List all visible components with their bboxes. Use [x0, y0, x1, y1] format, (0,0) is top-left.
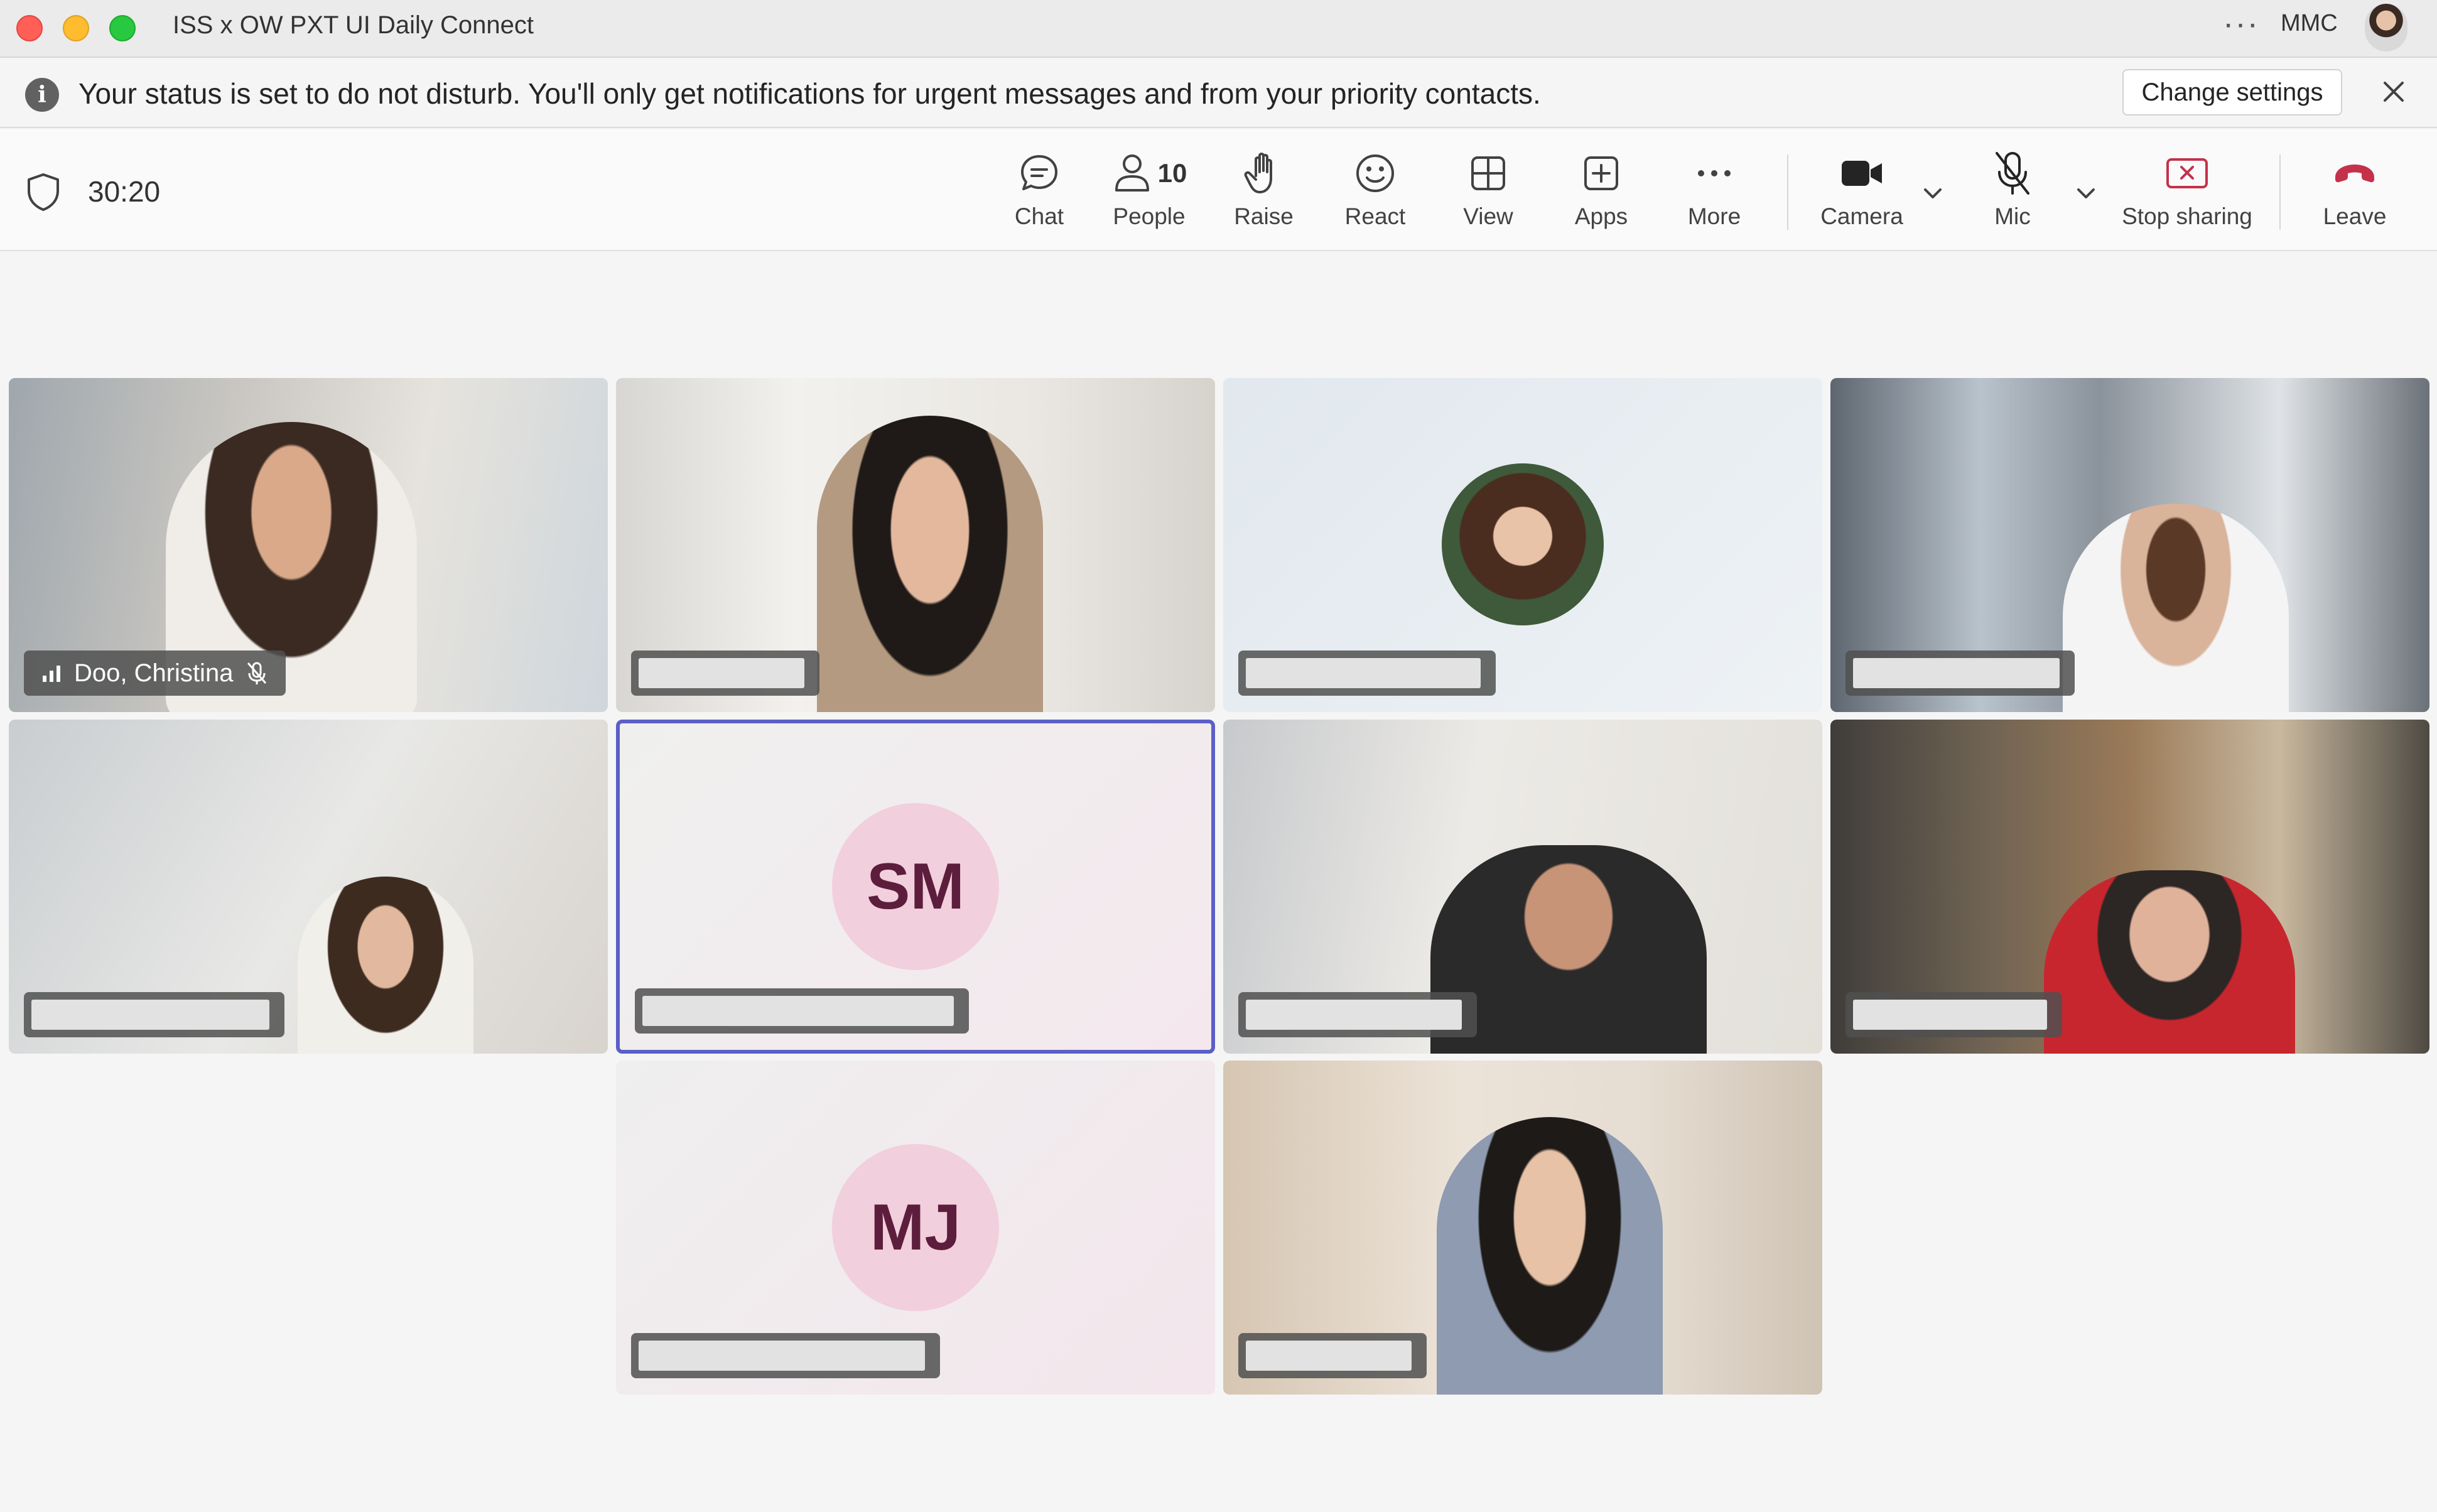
participant-tile[interactable]: Doo, Christina [9, 378, 608, 712]
participant-video [2063, 504, 2289, 712]
participant-avatar [1442, 463, 1604, 625]
participant-nametag [24, 992, 284, 1037]
more-label: More [1687, 203, 1741, 229]
participant-name: Doo, Christina [74, 659, 234, 687]
chat-label: Chat [1014, 203, 1064, 229]
change-settings-button[interactable]: Change settings [2122, 69, 2342, 116]
toolbar-divider [2279, 154, 2281, 230]
status-banner: i Your status is set to do not disturb. … [0, 59, 2437, 128]
raise-label: Raise [1234, 203, 1294, 229]
toolbar-divider [1787, 154, 1788, 230]
mic-options-chevron-down-icon[interactable] [2072, 180, 2100, 207]
react-label: React [1344, 203, 1406, 229]
participant-nametag [1238, 992, 1477, 1037]
zoom-window-button[interactable] [109, 15, 136, 41]
meeting-timer: 30:20 [88, 175, 161, 208]
participant-nametag [635, 988, 969, 1034]
participant-tile[interactable] [1223, 720, 1822, 1054]
close-icon[interactable] [2374, 72, 2414, 112]
banner-message: Your status is set to do not disturb. Yo… [78, 77, 1541, 110]
more-horizontal-icon [1698, 170, 1731, 176]
people-icon [1115, 154, 1149, 192]
participant-video [817, 416, 1043, 712]
raise-hand-button[interactable]: Raise [1228, 148, 1300, 242]
participant-nametag [1238, 651, 1496, 696]
people-count: 10 [1157, 158, 1187, 188]
people-button[interactable]: 10 People [1105, 148, 1193, 242]
window-title: ISS x OW PXT UI Daily Connect [173, 11, 534, 39]
stop-sharing-icon [2166, 158, 2208, 188]
leave-button[interactable]: Leave [2317, 148, 2392, 242]
participant-tile[interactable]: MJ [616, 1061, 1215, 1395]
mic-off-icon [247, 662, 267, 684]
more-options-icon[interactable]: ··· [2223, 5, 2259, 43]
stop-sharing-button[interactable]: Stop sharing [2119, 148, 2255, 242]
participant-nametag [631, 1333, 940, 1378]
apps-label: Apps [1574, 203, 1628, 229]
smiley-icon [1356, 154, 1394, 192]
participant-nametag: Doo, Christina [24, 651, 286, 696]
react-button[interactable]: React [1337, 148, 1413, 242]
participant-tile-active-speaker[interactable]: SM [616, 720, 1215, 1054]
participant-video [298, 877, 473, 1054]
raise-hand-icon [1244, 153, 1272, 193]
people-label: People [1113, 203, 1186, 229]
mic-off-icon [1996, 152, 2029, 195]
user-avatar[interactable] [2365, 4, 2407, 51]
camera-button[interactable]: Camera [1818, 148, 1906, 242]
mic-label: Mic [1994, 203, 2031, 229]
participant-nametag [1238, 1333, 1427, 1378]
participant-video [2044, 870, 2295, 1054]
signal-strength-icon [43, 666, 60, 682]
shield-icon [28, 173, 59, 211]
participant-video [1437, 1117, 1663, 1395]
title-bar: ISS x OW PXT UI Daily Connect ··· MMC [0, 0, 2437, 58]
view-label: View [1463, 203, 1513, 229]
participant-initials-avatar: SM [832, 803, 999, 970]
participant-nametag [1845, 992, 2062, 1037]
chat-icon [1021, 155, 1057, 190]
participant-nametag [1845, 651, 2075, 696]
minimize-window-button[interactable] [63, 15, 89, 41]
participant-tile[interactable] [616, 378, 1215, 712]
meeting-toolbar: 30:20 Chat 10 People Raise React View Ap… [0, 129, 2437, 251]
participant-nametag [631, 651, 819, 696]
participant-tile[interactable] [1830, 378, 2429, 712]
video-camera-icon [1842, 161, 1882, 186]
participant-tile[interactable] [1830, 720, 2429, 1054]
apps-button[interactable]: Apps [1570, 148, 1633, 242]
chat-button[interactable]: Chat [1005, 148, 1074, 242]
participant-tile[interactable] [1223, 378, 1822, 712]
user-initials[interactable]: MMC [2281, 10, 2338, 37]
camera-label: Camera [1820, 203, 1903, 229]
close-window-button[interactable] [16, 15, 43, 41]
stop-sharing-label: Stop sharing [2122, 203, 2252, 229]
leave-label: Leave [2323, 203, 2387, 229]
participant-tile[interactable] [1223, 1061, 1822, 1395]
participant-initials-avatar: MJ [832, 1144, 999, 1311]
view-button[interactable]: View [1457, 148, 1520, 242]
camera-options-chevron-down-icon[interactable] [1919, 180, 1947, 207]
info-icon: i [25, 78, 59, 112]
add-app-icon [1584, 156, 1618, 190]
grid-view-icon [1471, 156, 1505, 190]
mic-button[interactable]: Mic [1984, 148, 2041, 242]
participant-tile[interactable] [9, 720, 608, 1054]
more-button[interactable]: More [1683, 148, 1746, 242]
hang-up-icon [2335, 165, 2374, 183]
